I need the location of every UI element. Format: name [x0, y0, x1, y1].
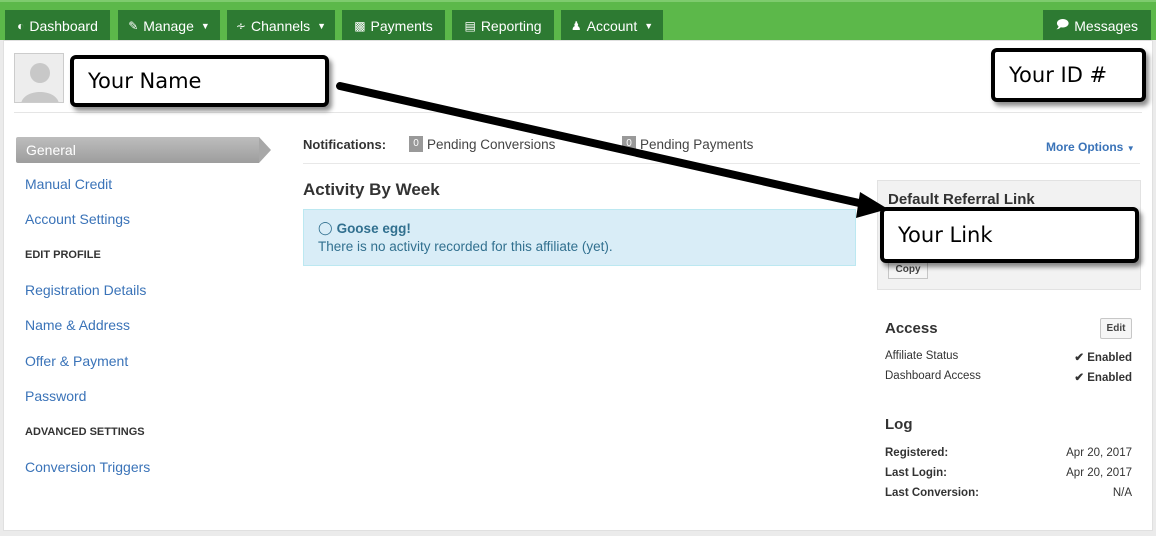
pending-conversions-count: 0	[409, 136, 423, 152]
page-content: General Manual Credit Account Settings E…	[3, 40, 1153, 531]
chat-bubble-icon: ◯	[318, 220, 333, 235]
nav-channels-label: Channels	[250, 17, 311, 34]
nav-dashboard-label: Dashboard	[29, 17, 98, 34]
caret-down-icon: ▼	[200, 20, 210, 31]
referral-link-title: Default Referral Link	[888, 191, 1035, 208]
sidebar-item-password[interactable]: Password	[25, 388, 86, 404]
nav-reporting-button[interactable]: ▤ Reporting	[452, 10, 554, 41]
access-title: Access	[885, 320, 938, 337]
dashboard-access-value: ✔ Enabled	[1074, 370, 1132, 384]
rss-icon: ∻	[235, 18, 246, 33]
pending-conversions-label: Pending Conversions	[427, 136, 556, 152]
avatar	[14, 53, 64, 103]
checkmark-icon: ✔	[1074, 352, 1085, 364]
last-conversion-value: N/A	[1112, 487, 1132, 499]
edit-icon: ✎	[128, 18, 139, 33]
sidebar-item-conversion-triggers[interactable]: Conversion Triggers	[25, 459, 150, 475]
caret-down-icon: ▼	[1126, 144, 1135, 153]
log-title: Log	[885, 416, 913, 433]
registered-label: Registered:	[885, 447, 949, 459]
user-silhouette-icon	[15, 54, 63, 102]
nav-messages-label: Messages	[1074, 17, 1139, 34]
money-icon: ▩	[354, 18, 366, 33]
affiliate-status-label: Affiliate Status	[885, 350, 959, 362]
callout-your-id: Your ID #	[991, 48, 1146, 102]
more-options-dropdown[interactable]: More Options ▼	[1046, 140, 1135, 154]
sidebar-item-account-settings[interactable]: Account Settings	[25, 211, 130, 227]
affiliate-status-text: Enabled	[1087, 352, 1132, 364]
pending-conversions[interactable]: 0 Pending Conversions	[409, 136, 555, 152]
sidebar-item-offer-payment[interactable]: Offer & Payment	[25, 353, 128, 369]
dashboard-access-label: Dashboard Access	[885, 370, 981, 382]
callout-your-name: Your Name	[70, 55, 329, 107]
last-login-value: Apr 20, 2017	[1066, 467, 1132, 479]
activity-title: Activity By Week	[303, 180, 440, 199]
registered-value: Apr 20, 2017	[1066, 447, 1132, 459]
sidebar-item-manual-credit[interactable]: Manual Credit	[25, 176, 112, 192]
nav-payments-label: Payments	[370, 17, 433, 34]
nav-payments-button[interactable]: ▩ Payments	[342, 10, 445, 41]
sidebar-item-registration-details[interactable]: Registration Details	[25, 282, 146, 298]
sidebar-item-name-address[interactable]: Name & Address	[25, 317, 130, 333]
comments-icon: 🗩	[1055, 17, 1070, 31]
last-conversion-label: Last Conversion:	[885, 487, 979, 499]
pending-payments[interactable]: 0 Pending Payments	[622, 136, 753, 152]
nav-account-button[interactable]: ♟ Account ▼	[561, 10, 663, 41]
last-login-label: Last Login:	[885, 467, 947, 479]
nav-messages-button[interactable]: 🗩 Messages	[1043, 10, 1151, 41]
nav-manage-button[interactable]: ✎ Manage ▼	[118, 10, 220, 41]
alert-title: Goose egg!	[336, 220, 411, 236]
edit-access-button[interactable]: Edit	[1100, 318, 1132, 339]
sidebar-header-advanced-settings: ADVANCED SETTINGS	[25, 426, 145, 438]
affiliate-status-value: ✔ Enabled	[1074, 350, 1132, 364]
notifications-label: Notifications:	[303, 137, 387, 152]
alert-text: There is no activity recorded for this a…	[318, 239, 613, 254]
sidebar-item-general[interactable]: General	[16, 137, 271, 163]
dashboard-access-text: Enabled	[1087, 372, 1132, 384]
nav-account-label: Account	[586, 17, 638, 34]
active-arrow-tip	[259, 137, 271, 163]
activity-alert: ◯ Goose egg! There is no activity record…	[303, 209, 856, 266]
user-icon: ♟	[570, 18, 582, 33]
copy-button[interactable]: Copy	[888, 261, 928, 279]
sidebar-item-general-label: General	[16, 137, 259, 163]
checkmark-icon: ✔	[1074, 372, 1085, 384]
caret-down-icon: ▼	[317, 20, 327, 31]
sidebar-header-edit-profile: EDIT PROFILE	[25, 249, 101, 261]
nav-reporting-label: Reporting	[480, 17, 542, 34]
top-navbar: ◐ Dashboard ✎ Manage ▼ ∻ Channels ▼ ▩ Pa…	[0, 0, 1156, 41]
nav-dashboard-button[interactable]: ◐ Dashboard	[5, 10, 110, 41]
pending-payments-label: Pending Payments	[640, 136, 754, 152]
nav-manage-label: Manage	[143, 17, 194, 34]
header-divider	[14, 112, 1142, 113]
more-options-label: More Options	[1046, 140, 1124, 154]
nav-channels-button[interactable]: ∻ Channels ▼	[227, 10, 335, 41]
bar-chart-icon: ▤	[464, 18, 476, 33]
caret-down-icon: ▼	[644, 20, 654, 31]
dashboard-gauge-icon: ◐	[17, 18, 25, 33]
pending-payments-count: 0	[622, 136, 636, 152]
callout-your-link: Your Link	[880, 207, 1139, 263]
notifications-divider	[303, 163, 1140, 164]
